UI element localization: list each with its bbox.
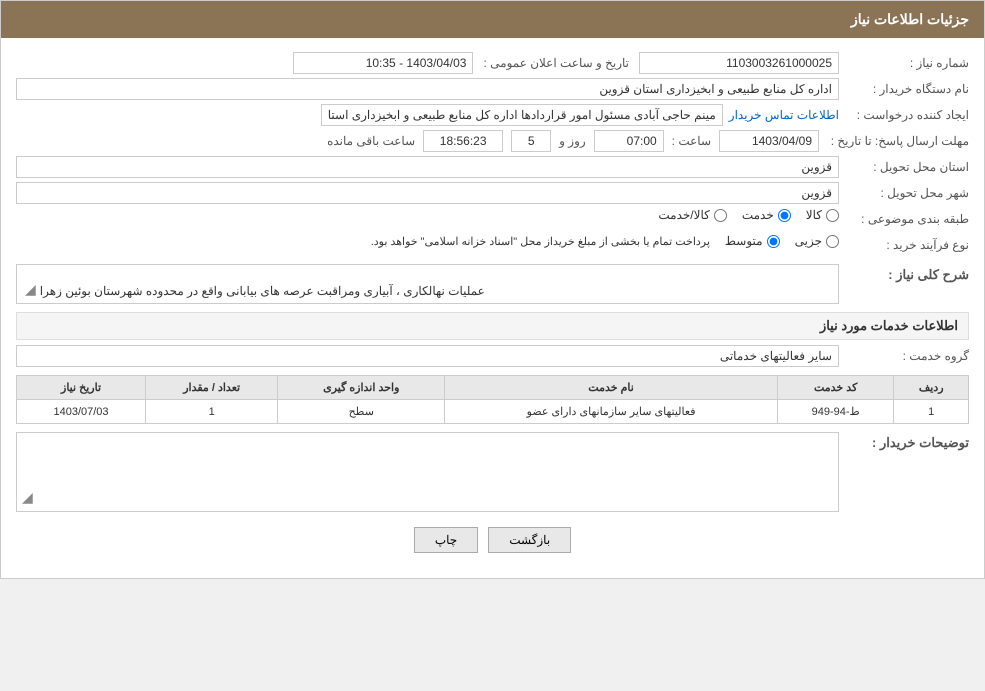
purchase-partial-radio[interactable]	[826, 235, 839, 248]
table-body: 1ط-94-949فعالیتهای سایر سازمانهای دارای …	[17, 400, 969, 424]
services-section-header: اطلاعات خدمات مورد نیاز	[16, 312, 969, 340]
category-service-label: خدمت	[742, 208, 774, 222]
services-table: ردیفکد خدمتنام خدمتواحد اندازه گیریتعداد…	[16, 375, 969, 424]
deadline-remain-label: ساعت باقی مانده	[327, 134, 415, 148]
category-row: طبقه بندی موضوعی : کالا خدمت کالا/خدمت	[16, 208, 969, 230]
creator-row: ایجاد کننده درخواست : اطلاعات تماس خریدا…	[16, 104, 969, 126]
city-row: شهر محل تحویل : قزوین	[16, 182, 969, 204]
category-service-radio[interactable]	[778, 209, 791, 222]
creator-value: مینم حاجی آبادی مسئول امور قراردادها ادا…	[321, 104, 723, 126]
buyer-org-row: نام دستگاه خریدار : اداره کل منابع طبیعی…	[16, 78, 969, 100]
category-service-item: خدمت	[742, 208, 791, 222]
creator-contact-link[interactable]: اطلاعات تماس خریدار	[729, 108, 839, 122]
deadline-time-label: ساعت :	[672, 134, 711, 148]
need-number-row: شماره نیاز : 1103003261000025 تاریخ و سا…	[16, 52, 969, 74]
buyer-org-value: اداره کل منابع طبیعی و ابخیزداری استان ق…	[16, 78, 839, 100]
need-number-label: شماره نیاز :	[839, 52, 969, 74]
purchase-medium-label: متوسط	[725, 234, 763, 248]
description-label: شرح کلی نیاز :	[839, 264, 969, 286]
table-row: 1ط-94-949فعالیتهای سایر سازمانهای دارای …	[17, 400, 969, 424]
purchase-medium-radio[interactable]	[767, 235, 780, 248]
buyer-org-label: نام دستگاه خریدار :	[839, 78, 969, 100]
category-goods-label: کالا	[806, 208, 822, 222]
purchase-medium-item: متوسط	[725, 234, 780, 248]
services-table-section: ردیفکد خدمتنام خدمتواحد اندازه گیریتعداد…	[16, 375, 969, 424]
purchase-note: پرداخت تمام یا بخشی از مبلغ خریداز محل "…	[371, 235, 710, 248]
print-button[interactable]: چاپ	[414, 527, 478, 553]
page-title: جزئیات اطلاعات نیاز	[851, 11, 969, 27]
category-goods-service-label: کالا/خدمت	[658, 208, 709, 222]
purchase-partial-label: جزیی	[795, 234, 822, 248]
province-label: استان محل تحویل :	[839, 156, 969, 178]
need-number-value: 1103003261000025	[639, 52, 839, 74]
deadline-remain: 18:56:23	[423, 130, 503, 152]
table-col-0: ردیف	[894, 376, 969, 400]
service-group-row: گروه خدمت : سایر فعالیتهای خدماتی	[16, 345, 969, 367]
description-section-header: شرح کلی نیاز : عملیات نهالکاری ، آبیاری …	[16, 264, 969, 304]
announce-date-label: تاریخ و ساعت اعلان عمومی :	[483, 56, 629, 70]
resize-icon-2: ◢	[22, 489, 33, 506]
category-label: طبقه بندی موضوعی :	[839, 208, 969, 230]
button-row: بازگشت چاپ	[16, 527, 969, 553]
city-label: شهر محل تحویل :	[839, 182, 969, 204]
table-col-2: نام خدمت	[445, 376, 778, 400]
province-value: قزوین	[16, 156, 839, 178]
table-col-4: تعداد / مقدار	[146, 376, 278, 400]
page-wrapper: جزئیات اطلاعات نیاز شماره نیاز : 1103003…	[0, 0, 985, 579]
buyer-desc-label: توضیحات خریدار :	[839, 432, 969, 454]
table-header: ردیفکد خدمتنام خدمتواحد اندازه گیریتعداد…	[17, 376, 969, 400]
buyer-desc-row: توضیحات خریدار : ◢	[16, 432, 969, 512]
purchase-type-radio-group: جزیی متوسط	[725, 234, 839, 248]
service-group-value: سایر فعالیتهای خدماتی	[16, 345, 839, 367]
table-header-row: ردیفکد خدمتنام خدمتواحد اندازه گیریتعداد…	[17, 376, 969, 400]
province-row: استان محل تحویل : قزوین	[16, 156, 969, 178]
table-col-5: تاریخ نیاز	[17, 376, 146, 400]
category-radio-group: کالا خدمت کالا/خدمت	[16, 208, 839, 222]
back-button[interactable]: بازگشت	[488, 527, 571, 553]
deadline-days: 5	[511, 130, 551, 152]
table-col-1: کد خدمت	[777, 376, 894, 400]
city-value: قزوین	[16, 182, 839, 204]
deadline-row: مهلت ارسال پاسخ: تا تاریخ : 1403/04/09 س…	[16, 130, 969, 152]
purchase-partial-item: جزیی	[795, 234, 839, 248]
description-value: عملیات نهالکاری ، آبیاری ومراقبت عرصه ها…	[40, 284, 485, 298]
service-group-label: گروه خدمت :	[839, 345, 969, 367]
table-col-3: واحد اندازه گیری	[278, 376, 445, 400]
category-goods-radio[interactable]	[826, 209, 839, 222]
page-header: جزئیات اطلاعات نیاز	[1, 1, 984, 38]
creator-label: ایجاد کننده درخواست :	[839, 104, 969, 126]
purchase-type-label: نوع فرآیند خرید :	[839, 234, 969, 256]
table-cell-0-4: 1	[146, 400, 278, 424]
deadline-date: 1403/04/09	[719, 130, 819, 152]
table-cell-0-1: ط-94-949	[777, 400, 894, 424]
deadline-label: مهلت ارسال پاسخ: تا تاریخ :	[819, 130, 969, 152]
deadline-time: 07:00	[594, 130, 664, 152]
table-cell-0-3: سطح	[278, 400, 445, 424]
purchase-type-row: نوع فرآیند خرید : جزیی متوسط پرداخت تمام…	[16, 234, 969, 256]
category-goods-service-radio[interactable]	[714, 209, 727, 222]
category-goods-service-item: کالا/خدمت	[658, 208, 726, 222]
deadline-day-label: روز و	[559, 134, 586, 148]
table-cell-0-2: فعالیتهای سایر سازمانهای دارای عضو	[445, 400, 778, 424]
table-cell-0-5: 1403/07/03	[17, 400, 146, 424]
content-area: شماره نیاز : 1103003261000025 تاریخ و سا…	[1, 38, 984, 578]
announce-date-value: 1403/04/03 - 10:35	[293, 52, 473, 74]
table-cell-0-0: 1	[894, 400, 969, 424]
resize-icon: ◢	[25, 281, 36, 298]
category-goods-item: کالا	[806, 208, 839, 222]
